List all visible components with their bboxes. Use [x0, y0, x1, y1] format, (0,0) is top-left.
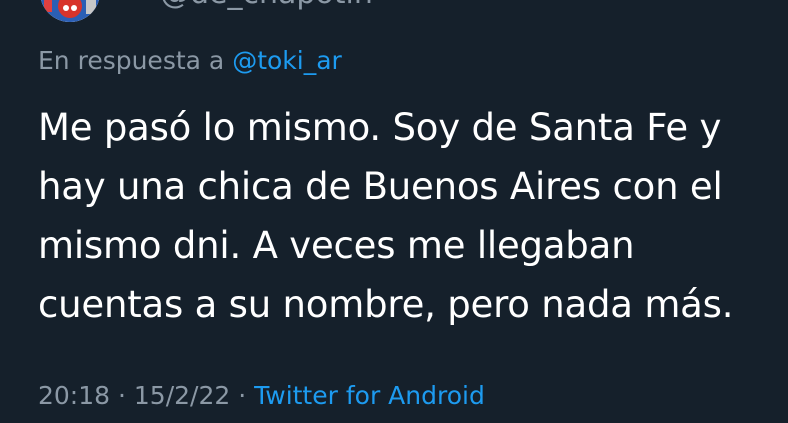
tweet-text-line: hay una chica de Buenos Aires con el: [38, 165, 723, 208]
tweet-time[interactable]: 20:18: [38, 381, 110, 410]
tweet-metadata: 20:18 · 15/2/22 · Twitter for Android: [38, 381, 485, 410]
reply-prefix: En respuesta a: [38, 46, 233, 75]
tweet-text-line: cuentas a su nombre, pero nada más.: [38, 283, 734, 326]
reply-context: En respuesta a @toki_ar: [38, 46, 342, 75]
separator: ·: [230, 381, 255, 410]
tweet-date[interactable]: 15/2/22: [134, 381, 230, 410]
avatar[interactable]: [40, 0, 100, 22]
tweet-source-link[interactable]: Twitter for Android: [254, 381, 485, 410]
avatar-image: [40, 0, 100, 22]
separator: ·: [110, 381, 134, 410]
tweet-text-line: Me pasó lo mismo. Soy de Santa Fe y: [38, 106, 722, 149]
tweet-text-line: mismo dni. A veces me llegaban: [38, 224, 635, 267]
tweet-text: Me pasó lo mismo. Soy de Santa Fe y hay …: [38, 98, 783, 334]
reply-mention-link[interactable]: @toki_ar: [232, 46, 342, 75]
author-handle[interactable]: @de_chapotin: [160, 0, 373, 11]
